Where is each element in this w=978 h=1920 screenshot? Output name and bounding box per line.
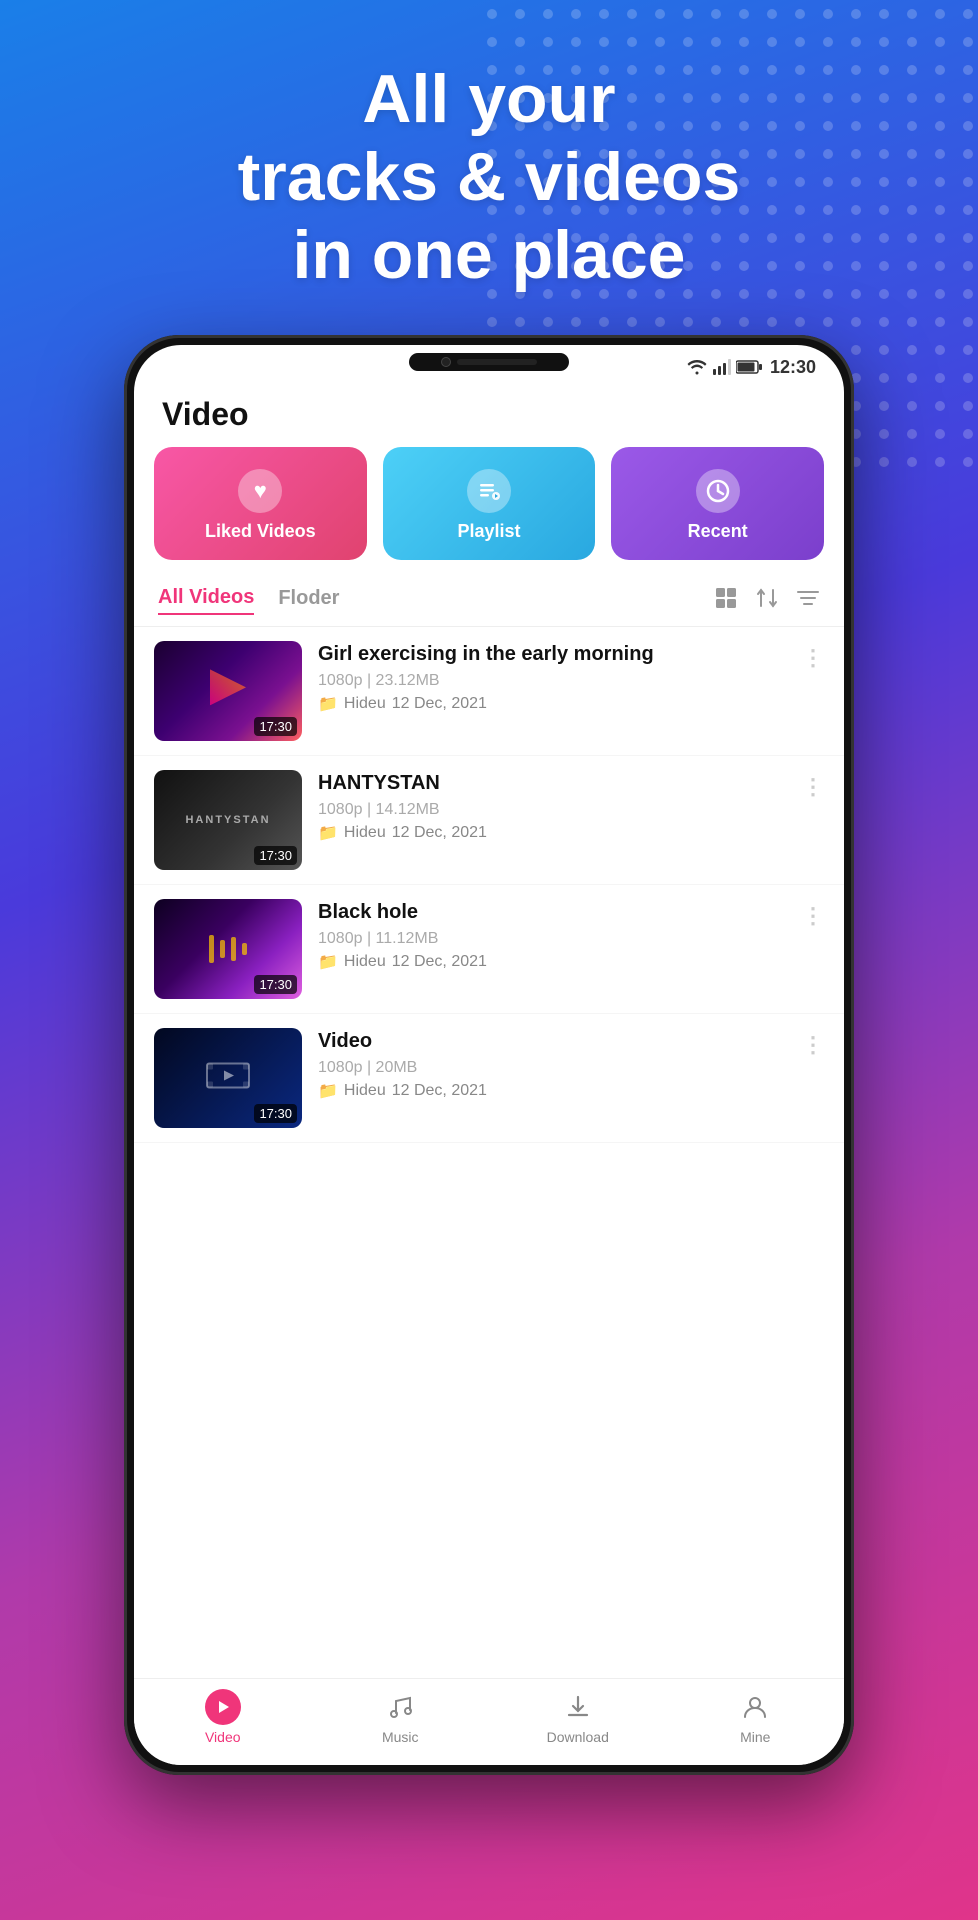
video-item[interactable]: 17:30 Black hole 1080p | 11.12M (134, 885, 844, 1014)
video-title-3: Black hole (318, 899, 782, 925)
video-list: 17:30 Girl exercising in the early morni… (134, 627, 844, 1678)
nav-video[interactable]: Video (134, 1689, 312, 1745)
wifi-icon (686, 359, 708, 375)
video-duration-4: 17:30 (254, 1104, 297, 1123)
nav-mine[interactable]: Mine (667, 1689, 845, 1745)
mine-nav-icon (737, 1689, 773, 1725)
hero-line2: tracks & videos (238, 139, 741, 215)
signal-icon (713, 359, 731, 375)
video-title-1: Girl exercising in the early morning (318, 641, 782, 667)
video-info-4: Video 1080p | 20MB 📁 Hideu 12 Dec, 2021 (318, 1028, 782, 1101)
download-nav-icon (560, 1689, 596, 1725)
phone-notch (409, 353, 569, 371)
video-meta-1: 1080p | 23.12MB (318, 672, 782, 690)
folder-icon-4: 📁 (318, 1081, 338, 1101)
tab-folder[interactable]: Floder (278, 587, 339, 614)
playlist-button[interactable]: Playlist (383, 447, 596, 560)
tab-all-videos[interactable]: All Videos (158, 586, 254, 615)
video-info-1: Girl exercising in the early morning 108… (318, 641, 782, 714)
recent-button[interactable]: Recent (611, 447, 824, 560)
liked-videos-button[interactable]: ♥ Liked Videos (154, 447, 367, 560)
video-item[interactable]: 17:30 Girl exercising in the early morni… (134, 627, 844, 756)
bottom-nav: Video Music (134, 1678, 844, 1765)
folder-icon-2: 📁 (318, 823, 338, 843)
phone-frame: 12:30 Video ♥ Liked Videos (124, 335, 854, 1775)
tabs-icons (714, 586, 820, 616)
video-item[interactable]: 17:30 (134, 1014, 844, 1143)
video-item[interactable]: 17:30 HANTYSTAN 1080p | 14.12MB 📁 Hideu … (134, 756, 844, 885)
video-duration-2: 17:30 (254, 846, 297, 865)
video-meta-2: 1080p | 14.12MB (318, 801, 782, 819)
nav-mine-label: Mine (740, 1729, 770, 1745)
phone-mockup: 12:30 Video ♥ Liked Videos (124, 335, 854, 1775)
app-content: Video ♥ Liked Videos (134, 378, 844, 1765)
clock-icon (696, 469, 740, 513)
recent-label: Recent (688, 521, 748, 542)
video-title-2: HANTYSTAN (318, 770, 782, 796)
hero-line3: in one place (292, 217, 685, 293)
video-nav-icon (205, 1689, 241, 1725)
video-meta-4: 1080p | 20MB (318, 1059, 782, 1077)
playlist-icon (467, 469, 511, 513)
grid-view-icon[interactable] (714, 586, 738, 616)
video-folder-2: 📁 Hideu 12 Dec, 2021 (318, 823, 782, 843)
music-nav-icon (382, 1689, 418, 1725)
nav-music[interactable]: Music (312, 1689, 490, 1745)
power-button (852, 615, 854, 705)
bars-visual (209, 935, 247, 963)
nav-music-label: Music (382, 1729, 419, 1745)
phone-screen: 12:30 Video ♥ Liked Videos (134, 345, 844, 1765)
video-folder-1: 📁 Hideu 12 Dec, 2021 (318, 694, 782, 714)
video-thumbnail-2: 17:30 (154, 770, 302, 870)
video-meta-3: 1080p | 11.12MB (318, 930, 782, 948)
video-folder-3: 📁 Hideu 12 Dec, 2021 (318, 952, 782, 972)
hero-line1: All your (362, 61, 615, 137)
video-more-menu-4[interactable]: ⋮ (798, 1028, 824, 1058)
video-thumbnail-1: 17:30 (154, 641, 302, 741)
tabs-row: All Videos Floder (134, 580, 844, 627)
video-info-3: Black hole 1080p | 11.12MB 📁 Hideu 12 De… (318, 899, 782, 972)
video-duration-3: 17:30 (254, 975, 297, 994)
folder-icon-1: 📁 (318, 694, 338, 714)
folder-icon-3: 📁 (318, 952, 338, 972)
battery-icon (736, 360, 762, 374)
nav-download[interactable]: Download (489, 1689, 667, 1745)
video-info-2: HANTYSTAN 1080p | 14.12MB 📁 Hideu 12 Dec… (318, 770, 782, 843)
heart-icon: ♥ (238, 469, 282, 513)
video-thumbnail-3: 17:30 (154, 899, 302, 999)
hero-section: All your tracks & videos in one place (238, 60, 741, 295)
video-more-menu-3[interactable]: ⋮ (798, 899, 824, 929)
video-folder-4: 📁 Hideu 12 Dec, 2021 (318, 1081, 782, 1101)
film-strip-icon (205, 1057, 251, 1098)
page-title: Video (134, 378, 844, 447)
video-thumbnail-4: 17:30 (154, 1028, 302, 1128)
nav-video-label: Video (205, 1729, 241, 1745)
video-more-menu-1[interactable]: ⋮ (798, 641, 824, 671)
camera-dot (441, 357, 451, 367)
status-icons (686, 359, 762, 375)
liked-videos-label: Liked Videos (205, 521, 316, 542)
sort-icon[interactable] (756, 586, 778, 616)
status-time: 12:30 (770, 357, 816, 378)
speaker-bar (457, 359, 537, 365)
playlist-label: Playlist (457, 521, 520, 542)
nav-download-label: Download (547, 1729, 609, 1745)
category-row: ♥ Liked Videos (134, 447, 844, 580)
video-title-4: Video (318, 1028, 782, 1054)
video-duration-1: 17:30 (254, 717, 297, 736)
filter-icon[interactable] (796, 588, 820, 614)
video-more-menu-2[interactable]: ⋮ (798, 770, 824, 800)
